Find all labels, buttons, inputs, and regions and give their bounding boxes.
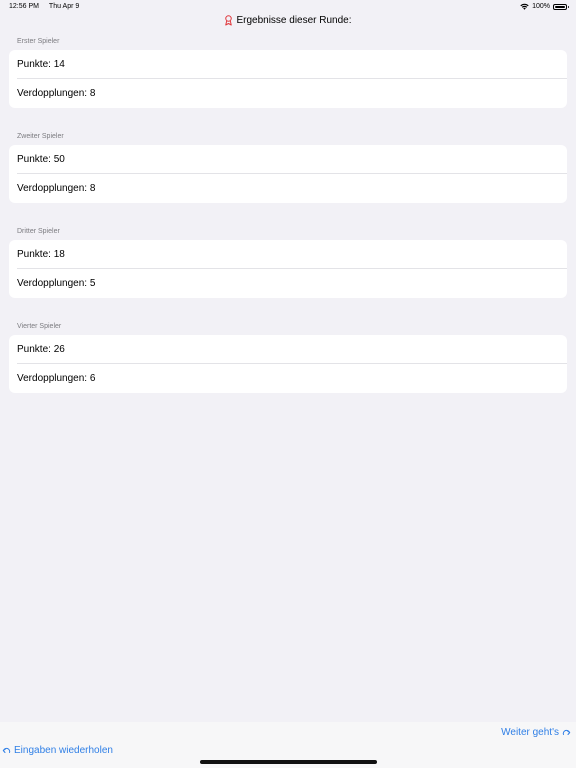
section-player-2: Zweiter Spieler Punkte: 50 Verdopplungen… (9, 127, 567, 203)
next-button-label: Weiter geht's (501, 727, 559, 738)
next-button[interactable]: Weiter geht's (501, 727, 572, 738)
wifi-icon (520, 3, 529, 10)
section-header: Zweiter Spieler (17, 133, 64, 140)
results-list: Erster Spieler Punkte: 14 Verdopplungen:… (9, 32, 567, 412)
home-indicator (200, 760, 377, 764)
section-header: Erster Spieler (17, 38, 60, 45)
points-row: Punkte: 50 (9, 145, 567, 174)
points-row: Punkte: 14 (9, 50, 567, 79)
doublings-row: Verdopplungen: 5 (17, 278, 96, 289)
battery-icon (553, 3, 569, 10)
section-card: Punkte: 14 Verdopplungen: 8 (9, 50, 567, 108)
section-card: Punkte: 18 Verdopplungen: 5 (9, 240, 567, 298)
section-header: Vierter Spieler (17, 323, 62, 330)
repeat-input-button[interactable]: Eingaben wiederholen (1, 745, 113, 756)
ribbon-award-icon (225, 14, 233, 25)
status-time: 12:56 PM (9, 3, 39, 10)
points-row: Punkte: 26 (9, 335, 567, 364)
status-right: 100% (520, 3, 569, 10)
section-card: Punkte: 50 Verdopplungen: 8 (9, 145, 567, 203)
battery-percentage: 100% (532, 3, 550, 10)
arrow-forward-icon (562, 729, 571, 735)
section-player-3: Dritter Spieler Punkte: 18 Verdopplungen… (9, 222, 567, 298)
arrow-back-icon (2, 747, 11, 753)
page-title: Ergebnisse dieser Runde: (236, 14, 352, 26)
navigation-bar: Ergebnisse dieser Runde: (0, 12, 576, 28)
doublings-row: Verdopplungen: 6 (17, 373, 96, 384)
doublings-row: Verdopplungen: 8 (17, 88, 96, 99)
status-date: Thu Apr 9 (48, 3, 80, 10)
status-left: 12:56 PM Thu Apr 9 (9, 3, 79, 10)
repeat-input-label: Eingaben wiederholen (14, 745, 113, 756)
section-header: Dritter Spieler (17, 228, 60, 235)
battery-fill (555, 5, 565, 8)
points-row: Punkte: 18 (9, 240, 567, 269)
section-card: Punkte: 26 Verdopplungen: 6 (9, 335, 567, 393)
section-player-4: Vierter Spieler Punkte: 26 Verdopplungen… (9, 317, 567, 393)
section-player-1: Erster Spieler Punkte: 14 Verdopplungen:… (9, 32, 567, 108)
doublings-row: Verdopplungen: 8 (17, 183, 96, 194)
